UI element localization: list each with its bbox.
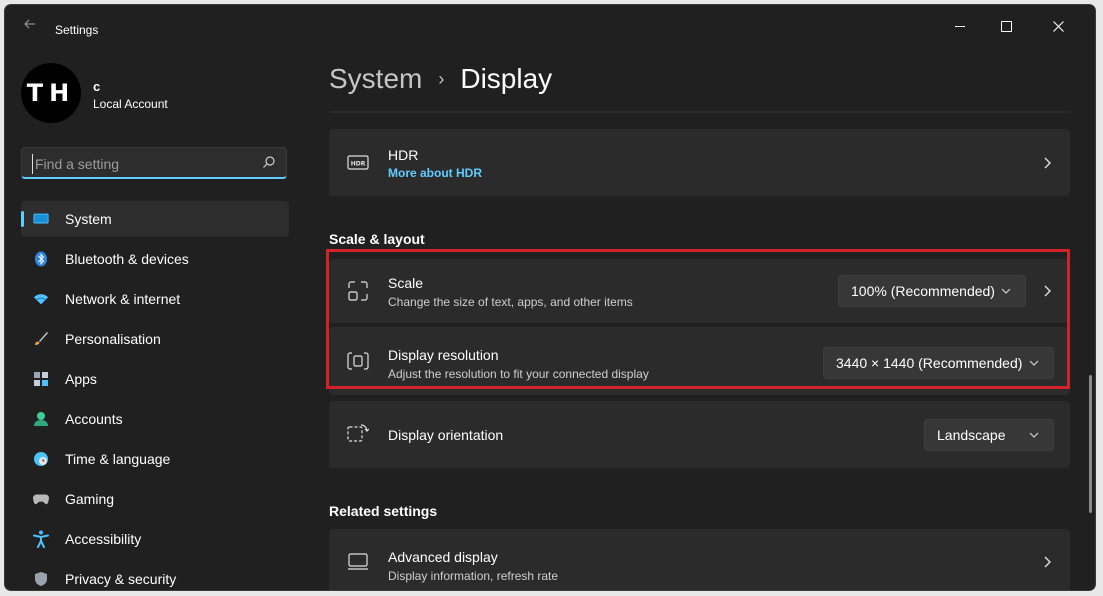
sidebar-item-gaming[interactable]: Gaming xyxy=(21,481,289,517)
hdr-link[interactable]: More about HDR xyxy=(388,166,482,180)
globe-clock-icon xyxy=(33,451,49,467)
sidebar-nav: System Bluetooth & devices Network & int… xyxy=(21,201,289,590)
monitor-icon xyxy=(33,211,49,227)
chevron-right-icon xyxy=(1044,157,1051,169)
sidebar-item-label: Apps xyxy=(65,371,97,387)
account-type: Local Account xyxy=(93,97,168,111)
search-box xyxy=(21,147,287,179)
sidebar-item-privacy[interactable]: Privacy & security xyxy=(21,561,289,590)
title-bar: Settings xyxy=(5,5,1095,45)
search-icon[interactable] xyxy=(262,155,276,169)
advanced-display-subtitle: Display information, refresh rate xyxy=(388,569,559,583)
search-input[interactable] xyxy=(32,154,257,174)
sidebar-item-time-language[interactable]: Time & language xyxy=(21,441,289,477)
svg-text:HDR: HDR xyxy=(351,161,366,168)
resolution-icon xyxy=(347,352,369,370)
gamepad-icon xyxy=(33,491,49,507)
sidebar-item-label: Accessibility xyxy=(65,531,142,547)
vertical-scrollbar[interactable] xyxy=(1089,375,1092,513)
orientation-icon xyxy=(347,424,369,442)
breadcrumb: System › Display xyxy=(329,63,552,95)
sidebar-item-personalisation[interactable]: Personalisation xyxy=(21,321,289,357)
apps-icon xyxy=(33,371,49,387)
sidebar-item-label: Gaming xyxy=(65,491,115,507)
chevron-down-icon xyxy=(1001,288,1011,294)
chevron-right-icon[interactable] xyxy=(1042,284,1052,298)
orientation-title: Display orientation xyxy=(388,427,504,443)
scale-title: Scale xyxy=(388,275,424,291)
scale-dropdown-value: 100% (Recommended) xyxy=(851,283,995,299)
breadcrumb-parent[interactable]: System xyxy=(329,63,422,95)
scale-icon xyxy=(348,281,368,301)
person-icon xyxy=(33,411,49,427)
brush-icon xyxy=(33,331,49,347)
section-title-related-settings: Related settings xyxy=(329,503,438,519)
hdr-card[interactable]: HDR HDR More about HDR xyxy=(329,129,1070,196)
minimize-icon[interactable] xyxy=(937,11,983,41)
resolution-subtitle: Adjust the resolution to fit your connec… xyxy=(388,367,649,381)
sidebar-item-accounts[interactable]: Accounts xyxy=(21,401,289,437)
close-icon[interactable] xyxy=(1035,11,1081,41)
scale-subtitle: Change the size of text, apps, and other… xyxy=(388,295,633,309)
accessibility-icon xyxy=(33,530,49,548)
avatar: TH xyxy=(21,63,81,123)
maximize-icon[interactable] xyxy=(983,11,1029,41)
bluetooth-icon xyxy=(33,251,49,267)
orientation-dropdown-value: Landscape xyxy=(937,427,1006,443)
chevron-down-icon xyxy=(1029,360,1039,366)
advanced-display-title: Advanced display xyxy=(388,549,498,565)
app-title: Settings xyxy=(55,23,99,37)
resolution-title: Display resolution xyxy=(388,347,499,363)
sidebar-item-bluetooth[interactable]: Bluetooth & devices xyxy=(21,241,289,277)
sidebar-item-label: System xyxy=(65,211,112,227)
display-resolution-card: Display resolution Adjust the resolution… xyxy=(329,327,1070,395)
sidebar-item-apps[interactable]: Apps xyxy=(21,361,289,397)
section-title-scale-layout: Scale & layout xyxy=(329,231,425,247)
hdr-icon: HDR xyxy=(347,155,369,170)
sidebar-item-accessibility[interactable]: Accessibility xyxy=(21,521,289,557)
sidebar-item-label: Privacy & security xyxy=(65,571,177,587)
resolution-dropdown-value: 3440 × 1440 (Recommended) xyxy=(836,355,1023,371)
arrow-left-icon[interactable] xyxy=(19,17,41,37)
shield-icon xyxy=(33,571,49,587)
chevron-right-icon: › xyxy=(438,68,445,89)
sidebar-item-network[interactable]: Network & internet xyxy=(21,281,289,317)
display-orientation-card: Display orientation Landscape xyxy=(329,401,1070,468)
user-name: c xyxy=(93,79,101,94)
sidebar-item-label: Accounts xyxy=(65,411,123,427)
scale-dropdown[interactable]: 100% (Recommended) xyxy=(838,275,1026,307)
card-edge xyxy=(329,111,1070,113)
settings-window: Settings TH c Local Account System xyxy=(5,5,1095,590)
sidebar-item-label: Bluetooth & devices xyxy=(65,251,189,267)
monitor-icon xyxy=(348,553,368,570)
chevron-down-icon xyxy=(1029,432,1039,438)
sidebar-item-system[interactable]: System xyxy=(21,201,289,237)
orientation-dropdown[interactable]: Landscape xyxy=(924,419,1054,451)
sidebar-item-label: Time & language xyxy=(65,451,171,467)
chevron-right-icon xyxy=(1044,556,1051,568)
hdr-title: HDR xyxy=(388,147,419,163)
resolution-dropdown[interactable]: 3440 × 1440 (Recommended) xyxy=(823,347,1054,379)
advanced-display-card[interactable]: Advanced display Display information, re… xyxy=(329,529,1070,590)
scale-card[interactable]: Scale Change the size of text, apps, and… xyxy=(329,259,1070,323)
wifi-icon xyxy=(33,291,49,307)
sidebar-item-label: Network & internet xyxy=(65,291,181,307)
page-title: Display xyxy=(460,63,553,94)
sidebar-item-label: Personalisation xyxy=(65,331,161,347)
main-content: HDR HDR More about HDR Scale & layout Sc… xyxy=(329,111,1071,590)
